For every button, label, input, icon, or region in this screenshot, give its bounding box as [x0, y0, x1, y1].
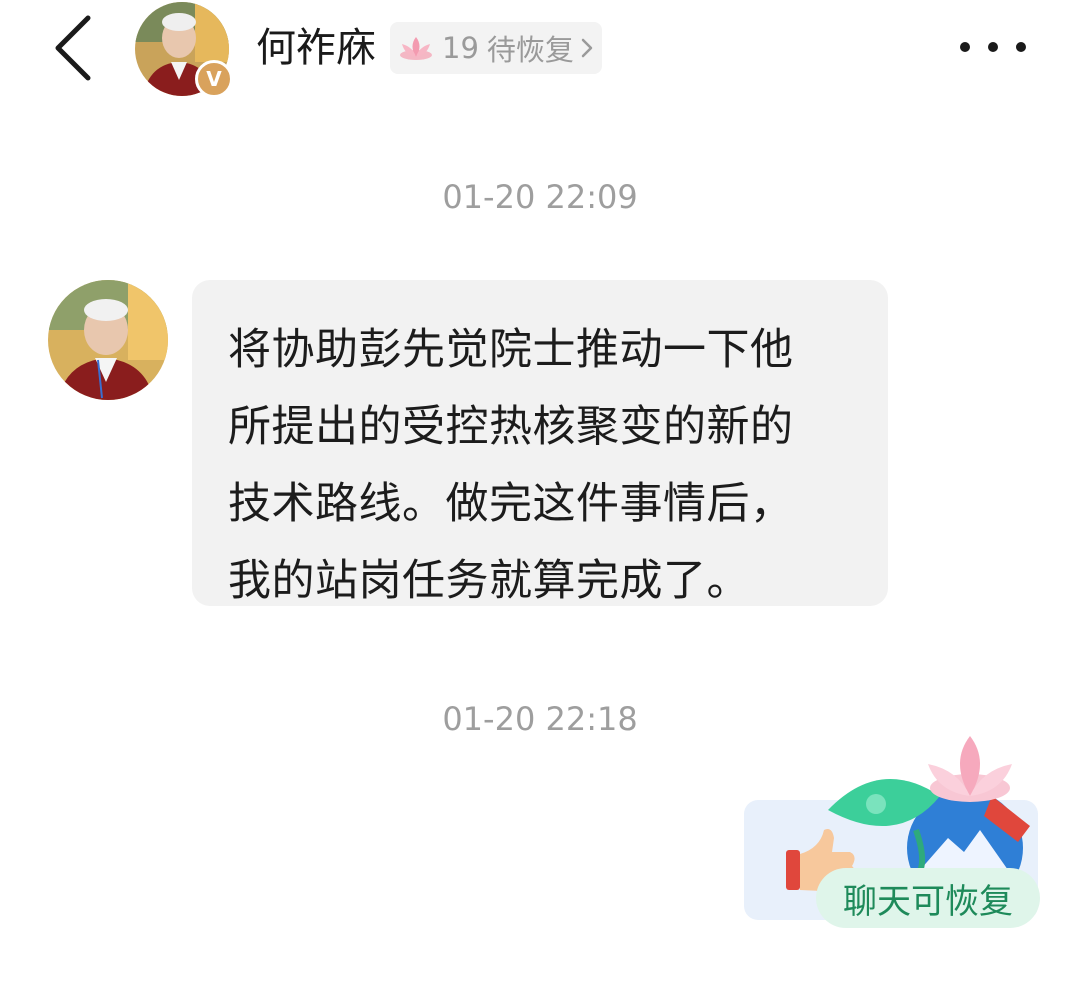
message-line: 所提出的受控热核聚变的新的 — [228, 402, 794, 452]
pending-label: 待恢复 — [486, 33, 574, 67]
contact-avatar[interactable]: V — [135, 2, 233, 98]
chevron-left-icon — [55, 15, 91, 81]
back-button[interactable] — [46, 12, 102, 84]
more-dots-icon[interactable] — [960, 36, 1026, 58]
dot — [988, 42, 998, 52]
dot — [960, 42, 970, 52]
dot — [1016, 42, 1026, 52]
message-timestamp: 01-20 22:09 — [442, 178, 638, 216]
verified-badge: V — [195, 60, 233, 98]
contact-name[interactable]: 何祚庥 — [256, 22, 376, 74]
message-line: 将协助彭先觉院士推动一下他 — [228, 325, 794, 375]
message-bubble[interactable]: 将协助彭先觉院士推动一下他 所提出的受控热核聚变的新的 技术路线。做完这件事情后… — [192, 280, 888, 606]
sender-avatar[interactable] — [48, 280, 168, 400]
message-line: 技术路线。做完这件事情后， — [228, 479, 794, 529]
lotus-icon — [400, 37, 432, 60]
sticker-label: 聊天可恢复 — [816, 868, 1040, 928]
message-line: 我的站岗任务就算完成了。 — [228, 556, 750, 606]
chat-header: V 何祚庥 19 待恢复 — [0, 0, 1080, 100]
pending-count: 19 — [442, 31, 479, 65]
pending-restore-pill[interactable]: 19 待恢复 — [390, 22, 602, 74]
chevron-right-icon — [581, 38, 593, 58]
